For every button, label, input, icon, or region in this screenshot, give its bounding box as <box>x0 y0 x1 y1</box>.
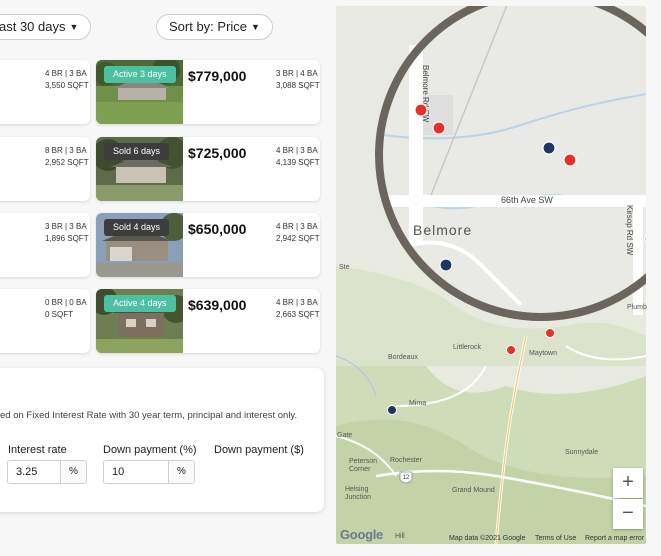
listing-price: $725,000 <box>188 145 247 161</box>
listing-pin-active[interactable] <box>545 328 555 338</box>
listing-beds-baths: 4 BR | 3 BA <box>276 146 318 155</box>
sort-label: Sort by: Price <box>169 19 248 34</box>
listing-specs: 0 BR | 0 BA 0 SQFT <box>45 297 87 321</box>
listing-beds-baths: 8 BR | 3 BA <box>45 146 87 155</box>
listing-sqft: 3,550 SQFT <box>45 81 89 90</box>
listing-specs: 4 BR | 3 BA 4,139 SQFT <box>276 145 320 169</box>
listing-beds-baths: 4 BR | 3 BA <box>45 69 87 78</box>
listing-pin-sold[interactable] <box>542 141 556 155</box>
listing-card[interactable]: 4 BR | 3 BA 3,550 SQFT <box>0 60 90 124</box>
listing-card[interactable]: Sold 4 days $650,000 4 BR | 3 BA 2,942 S… <box>96 213 320 277</box>
period-filter-label: ast 30 days <box>0 19 66 34</box>
sort-button[interactable]: Sort by: Price ▼ <box>156 14 273 40</box>
listing-sqft: 2,942 SQFT <box>276 234 320 243</box>
chevron-down-icon: ▼ <box>69 22 79 32</box>
page-root: ast 30 days ▼ Sort by: Price ▼ 4 BR | 3 BA… <box>0 0 661 556</box>
place-label-belmore: Belmore <box>413 222 472 238</box>
listing-card[interactable]: Sold 6 days $725,000 4 BR | 3 BA 4,139 S… <box>96 137 320 201</box>
zoom-out-button[interactable]: − <box>613 499 643 529</box>
listing-sqft: 2,663 SQFT <box>276 310 320 319</box>
place-label: Grand Mound <box>452 487 495 494</box>
listing-pin-sold[interactable] <box>439 258 453 272</box>
status-badge: Sold 6 days <box>104 143 170 160</box>
down-payment-percent-value: 10 <box>112 466 125 478</box>
status-badge: Sold 4 days <box>104 219 170 236</box>
listing-sqft: 0 SQFT <box>45 310 74 319</box>
calculator-note: ed on Fixed Interest Rate with 30 year t… <box>0 410 298 421</box>
listing-pin-active[interactable] <box>414 103 428 117</box>
chevron-down-icon: ▼ <box>251 22 260 32</box>
zoom-in-button[interactable]: + <box>613 468 643 498</box>
report-map-error-link[interactable]: Report a map error <box>585 535 644 542</box>
place-label: Gate <box>337 432 353 439</box>
place-label: Plumb <box>627 304 647 311</box>
listing-price: $779,000 <box>188 68 247 84</box>
place-label: Rochester <box>390 457 422 464</box>
listing-card[interactable]: Active 3 days $779,000 3 BR | 4 BA 3,088… <box>96 60 320 124</box>
highway-shield-icon: 12 <box>399 471 413 484</box>
listing-beds-baths: 3 BR | 4 BA <box>276 69 318 78</box>
road-label-66th: 66th Ave SW <box>501 195 553 205</box>
place-label: Peterson Corner <box>349 458 378 473</box>
listing-specs: 8 BR | 3 BA 2,952 SQFT <box>45 145 89 169</box>
road-label-kirsop: Kirsop Rd SW <box>625 205 634 256</box>
listing-beds-baths: 4 BR | 3 BA <box>276 222 318 231</box>
listing-specs: 3 BR | 4 BA 3,088 SQFT <box>276 68 320 92</box>
listing-beds-baths: 4 BR | 3 BA <box>276 298 318 307</box>
listing-card[interactable]: 8 BR | 3 BA 2,952 SQFT <box>0 137 90 201</box>
listing-pin-sold[interactable] <box>387 405 397 415</box>
interest-rate-input[interactable]: 3.25 % <box>7 460 87 484</box>
google-logo: Google <box>340 527 383 542</box>
place-label: Ste <box>339 264 350 271</box>
listing-card[interactable]: 0 BR | 0 BA 0 SQFT <box>0 289 90 353</box>
place-label: Hill <box>395 533 405 540</box>
mortgage-calculator: ed on Fixed Interest Rate with 30 year t… <box>0 368 324 512</box>
place-label: Littlerock <box>453 344 482 351</box>
listing-price: $639,000 <box>188 297 247 313</box>
period-filter-button[interactable]: ast 30 days ▼ <box>0 14 92 40</box>
listing-pin-active[interactable] <box>506 345 516 355</box>
terms-link[interactable]: Terms of Use <box>535 535 576 542</box>
highway-shield-number: 12 <box>403 475 410 481</box>
listing-specs: 4 BR | 3 BA 2,942 SQFT <box>276 221 320 245</box>
interest-rate-unit: % <box>60 461 86 483</box>
listing-specs: 3 BR | 3 BA 1,896 SQFT <box>45 221 89 245</box>
place-label: Helsing Junction <box>345 486 372 501</box>
place-label: Mima <box>409 400 427 407</box>
status-badge: Active 3 days <box>104 66 176 83</box>
status-badge: Active 4 days <box>104 295 176 312</box>
listing-price: $650,000 <box>188 221 247 237</box>
down-payment-percent-input[interactable]: 10 % <box>103 460 195 484</box>
listing-card[interactable]: Active 4 days $639,000 4 BR | 3 BA 2,663… <box>96 289 320 353</box>
listing-pin-active[interactable] <box>563 153 577 167</box>
down-payment-amount-label: Down payment ($) <box>214 444 304 456</box>
listing-sqft: 3,088 SQFT <box>276 81 320 90</box>
place-label: Sunnydale <box>565 449 599 456</box>
down-payment-percent-label: Down payment (%) <box>103 444 197 456</box>
listing-sqft: 4,139 SQFT <box>276 158 320 167</box>
listing-specs: 4 BR | 3 BA 2,663 SQFT <box>276 297 320 321</box>
listing-specs: 4 BR | 3 BA 3,550 SQFT <box>45 68 89 92</box>
listing-sqft: 1,896 SQFT <box>45 234 89 243</box>
down-payment-percent-unit: % <box>168 461 194 483</box>
interest-rate-value: 3.25 <box>16 466 38 478</box>
listing-beds-baths: 3 BR | 3 BA <box>45 222 87 231</box>
interest-rate-label: Interest rate <box>8 444 67 456</box>
listing-beds-baths: 0 BR | 0 BA <box>45 298 87 307</box>
map-data-attribution: Map data ©2021 Google <box>449 535 526 542</box>
listing-pin-active[interactable] <box>432 121 446 135</box>
place-label: Bordeaux <box>388 354 418 361</box>
place-label: Maytown <box>529 350 558 357</box>
listing-card[interactable]: 3 BR | 3 BA 1,896 SQFT <box>0 213 90 277</box>
listing-sqft: 2,952 SQFT <box>45 158 89 167</box>
